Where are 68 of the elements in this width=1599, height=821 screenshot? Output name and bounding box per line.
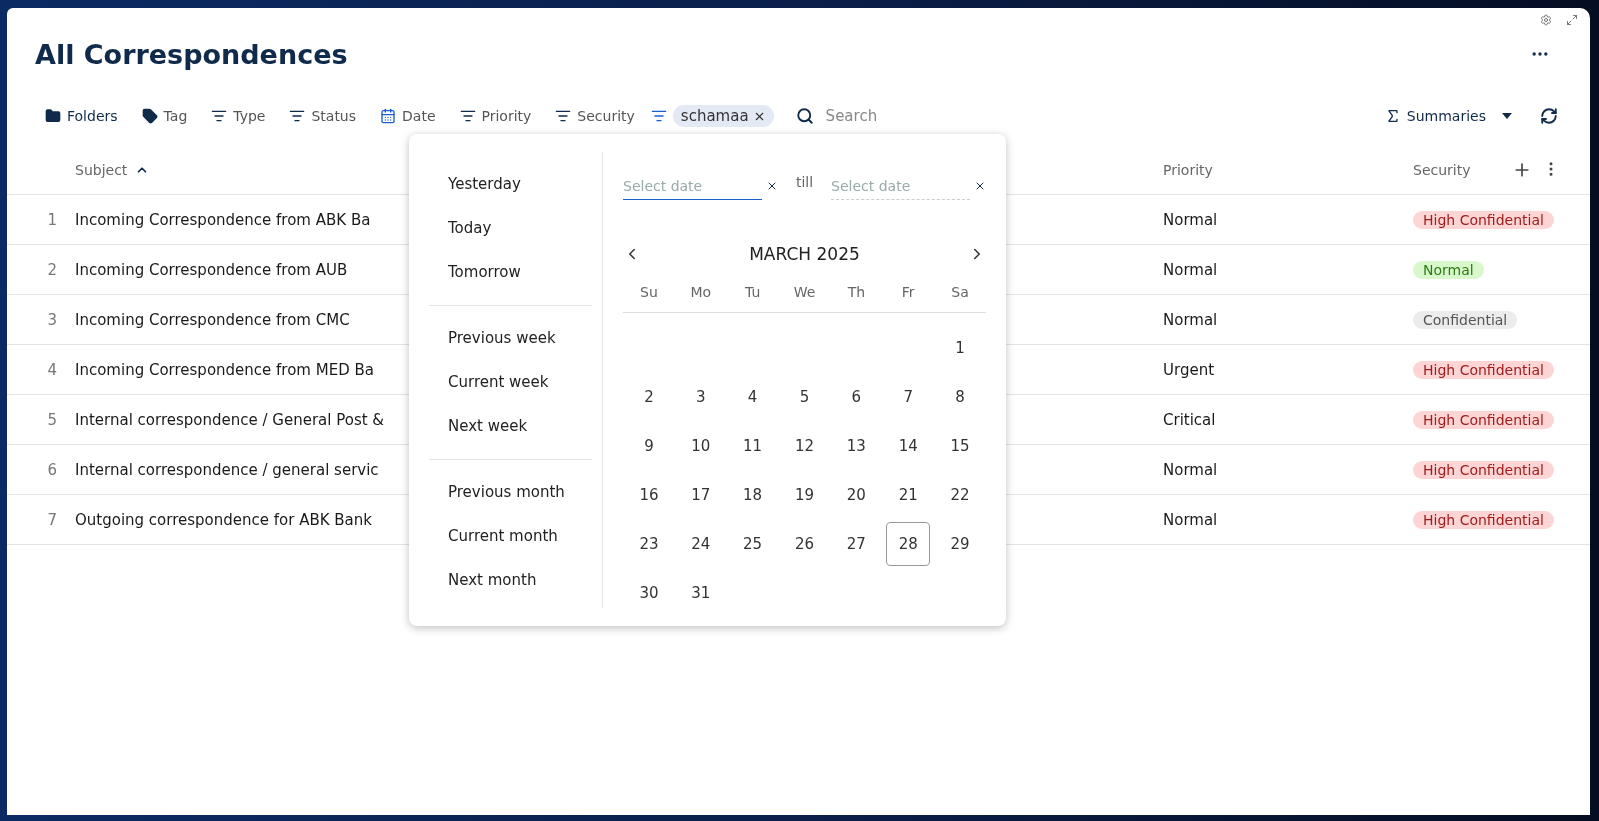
subject-cell: Internal correspondence / General Post & bbox=[75, 410, 385, 429]
security-badge: High Confidential bbox=[1413, 360, 1554, 379]
settings-icon[interactable] bbox=[1540, 14, 1552, 26]
weekday-label: We bbox=[793, 284, 816, 300]
date-preset[interactable]: Current week bbox=[409, 360, 579, 404]
security-badge: High Confidential bbox=[1413, 410, 1554, 429]
priority-cell: Normal bbox=[1163, 310, 1218, 329]
caret-icon bbox=[1502, 113, 1512, 119]
row-number: 2 bbox=[47, 260, 57, 279]
priority-cell: Normal bbox=[1163, 210, 1218, 229]
row-number: 1 bbox=[47, 210, 57, 229]
subject-cell: Incoming Correspondence from ABK Ba bbox=[75, 210, 371, 229]
summaries-button[interactable]: Summaries bbox=[1378, 107, 1518, 125]
subject-cell: Outgoing correspondence for ABK Bank bbox=[75, 510, 372, 529]
date-preset[interactable]: Next month bbox=[409, 558, 579, 602]
date-preset[interactable]: Previous month bbox=[409, 470, 579, 514]
date-preset[interactable]: Current month bbox=[409, 514, 579, 558]
security-badge: High Confidential bbox=[1413, 510, 1554, 529]
weekday-label: Th bbox=[847, 284, 866, 300]
weekday-label: Mo bbox=[690, 284, 712, 300]
column-header[interactable]: Security bbox=[1413, 162, 1471, 178]
filter-icon bbox=[650, 108, 667, 124]
calendar-day[interactable]: 28 bbox=[886, 521, 931, 566]
security-badge: Confidential bbox=[1413, 310, 1518, 329]
weekday-label: Sa bbox=[951, 284, 969, 300]
weekday-label: Fr bbox=[901, 284, 915, 300]
chip-label: schamaa bbox=[680, 107, 749, 125]
column-header[interactable]: Priority bbox=[1163, 162, 1213, 178]
refresh-button[interactable] bbox=[1538, 105, 1560, 127]
security-badge: High Confidential bbox=[1413, 460, 1554, 479]
priority-cell: Normal bbox=[1163, 510, 1218, 529]
filter-button[interactable]: Priority bbox=[451, 104, 540, 128]
filter-button[interactable]: Folders bbox=[37, 104, 126, 128]
subject-cell: Internal correspondence / general servic bbox=[75, 460, 379, 479]
filter-button[interactable]: Date bbox=[372, 104, 444, 128]
row-number: 7 bbox=[47, 510, 57, 529]
subject-cell: Incoming Correspondence from CMC bbox=[75, 310, 350, 329]
filter-button[interactable]: Tag bbox=[133, 104, 196, 128]
row-number: 3 bbox=[47, 310, 57, 329]
row-number: 6 bbox=[47, 460, 57, 479]
date-preset[interactable]: Today bbox=[409, 206, 579, 250]
security-badge: Normal bbox=[1413, 260, 1484, 279]
row-number: 5 bbox=[47, 410, 57, 429]
filter-button[interactable]: Type bbox=[203, 104, 274, 128]
clear-icon[interactable] bbox=[974, 180, 986, 192]
filter-button[interactable]: Status bbox=[281, 104, 365, 128]
date-preset[interactable]: Tomorrow bbox=[409, 250, 579, 294]
filter-chip[interactable]: schamaa bbox=[672, 105, 774, 127]
filter-button[interactable]: Security bbox=[547, 104, 643, 128]
month-label: MARCH 2025 bbox=[749, 244, 860, 264]
weekday-label: Su bbox=[640, 284, 658, 300]
date-preset[interactable]: Yesterday bbox=[409, 162, 579, 206]
expand-icon[interactable] bbox=[1566, 14, 1578, 26]
priority-cell: Urgent bbox=[1163, 360, 1215, 379]
weekday-label: Tu bbox=[744, 284, 761, 300]
till-label: till bbox=[795, 174, 814, 192]
priority-cell: Critical bbox=[1163, 410, 1216, 429]
row-number: 4 bbox=[47, 360, 57, 379]
column-header[interactable]: Subject bbox=[75, 162, 128, 178]
priority-cell: Normal bbox=[1163, 260, 1218, 279]
date-preset[interactable]: Next week bbox=[409, 404, 579, 448]
date-preset[interactable]: Previous week bbox=[409, 316, 579, 360]
subject-cell: Incoming Correspondence from MED Ba bbox=[75, 360, 374, 379]
subject-cell: Incoming Correspondence from AUB bbox=[75, 260, 348, 279]
search-icon bbox=[795, 107, 814, 125]
page-title: All Correspondences bbox=[35, 38, 348, 70]
security-badge: High Confidential bbox=[1413, 210, 1554, 229]
priority-cell: Normal bbox=[1163, 460, 1218, 479]
